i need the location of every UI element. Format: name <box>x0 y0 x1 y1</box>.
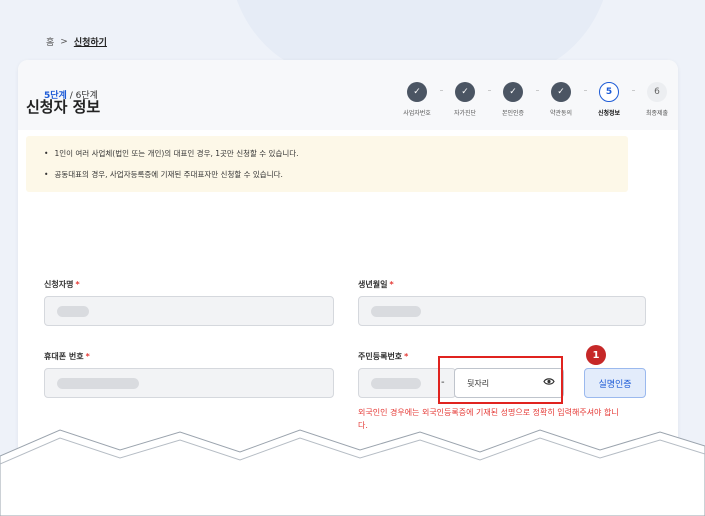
required-mark: * <box>389 280 394 289</box>
applicant-name-label: 신청자명 * <box>44 279 80 290</box>
real-name-verify-button[interactable]: 실명인증 <box>584 368 646 398</box>
step-label: 약관동의 <box>549 110 573 117</box>
redacted-value <box>57 306 89 317</box>
phone-field[interactable] <box>44 368 334 398</box>
eye-icon[interactable] <box>543 377 555 389</box>
required-mark: * <box>75 280 80 289</box>
step-label: 최종제출 <box>645 110 669 117</box>
section-title: 신청자 정보 <box>26 98 101 116</box>
step-terms-agreement: ✓ 약관동의 <box>540 82 582 117</box>
step-final-submit: 6 최종제출 <box>636 82 678 117</box>
notice-item: 1인이 여러 사업체(법인 또는 개인)의 대표인 경우, 1곳만 신청할 수 … <box>44 148 628 159</box>
notice-item: 공동대표의 경우, 사업자등록증에 기재된 주대표자만 신청할 수 있습니다. <box>44 169 628 180</box>
required-mark: * <box>404 352 409 361</box>
notice-box: 1인이 여러 사업체(법인 또는 개인)의 대표인 경우, 1곳만 신청할 수 … <box>26 136 628 192</box>
redacted-value <box>57 378 139 389</box>
birth-date-field[interactable] <box>358 296 646 326</box>
rrn-back-field[interactable]: 뒷자리 <box>454 368 564 398</box>
redacted-value <box>371 306 421 317</box>
rrn-separator: - <box>441 377 445 388</box>
step-label: 본인인증 <box>501 110 525 117</box>
check-icon: ✓ <box>503 82 523 102</box>
rrn-label: 주민등록번호 * <box>358 351 408 362</box>
label-text: 신청자명 <box>44 280 74 289</box>
step-application-info: 5 신청정보 <box>588 82 630 117</box>
breadcrumb-home[interactable]: 홈 <box>46 35 54 48</box>
check-icon: ✓ <box>551 82 571 102</box>
rrn-back-placeholder: 뒷자리 <box>467 378 490 388</box>
step-business-number: ✓ 사업자번호 <box>396 82 438 117</box>
step-identity-verification: ✓ 본인인증 <box>492 82 534 117</box>
check-icon: ✓ <box>455 82 475 102</box>
breadcrumb-current[interactable]: 신청하기 <box>74 35 107 48</box>
birth-date-label: 생년월일 * <box>358 279 394 290</box>
step-badge: 1 <box>586 345 606 365</box>
breadcrumb-separator: > <box>60 36 68 47</box>
step-label: 사업자번호 <box>403 110 431 117</box>
label-text: 생년월일 <box>358 280 388 289</box>
step-number: 6 <box>647 82 667 102</box>
redacted-value <box>371 378 421 389</box>
applicant-name-field[interactable] <box>44 296 334 326</box>
step-number: 5 <box>599 82 619 102</box>
required-mark: * <box>85 352 90 361</box>
phone-label: 휴대폰 번호 * <box>44 351 90 362</box>
torn-edge <box>0 429 705 516</box>
step-self-diagnosis: ✓ 자가진단 <box>444 82 486 117</box>
step-label: 자가진단 <box>453 110 477 117</box>
label-text: 휴대폰 번호 <box>44 352 84 361</box>
stepper: ✓ 사업자번호 ··· ✓ 자가진단 ··· ✓ 본인인증 ··· ✓ 약관동의… <box>396 82 678 117</box>
breadcrumb: 홈 > 신청하기 <box>46 35 107 49</box>
progress-header: 5단계 / 6단계 ✓ 사업자번호 ··· ✓ 자가진단 ··· ✓ 본인인증 … <box>18 60 678 130</box>
check-icon: ✓ <box>407 82 427 102</box>
label-text: 주민등록번호 <box>358 352 403 361</box>
step-label: 신청정보 <box>597 110 621 117</box>
